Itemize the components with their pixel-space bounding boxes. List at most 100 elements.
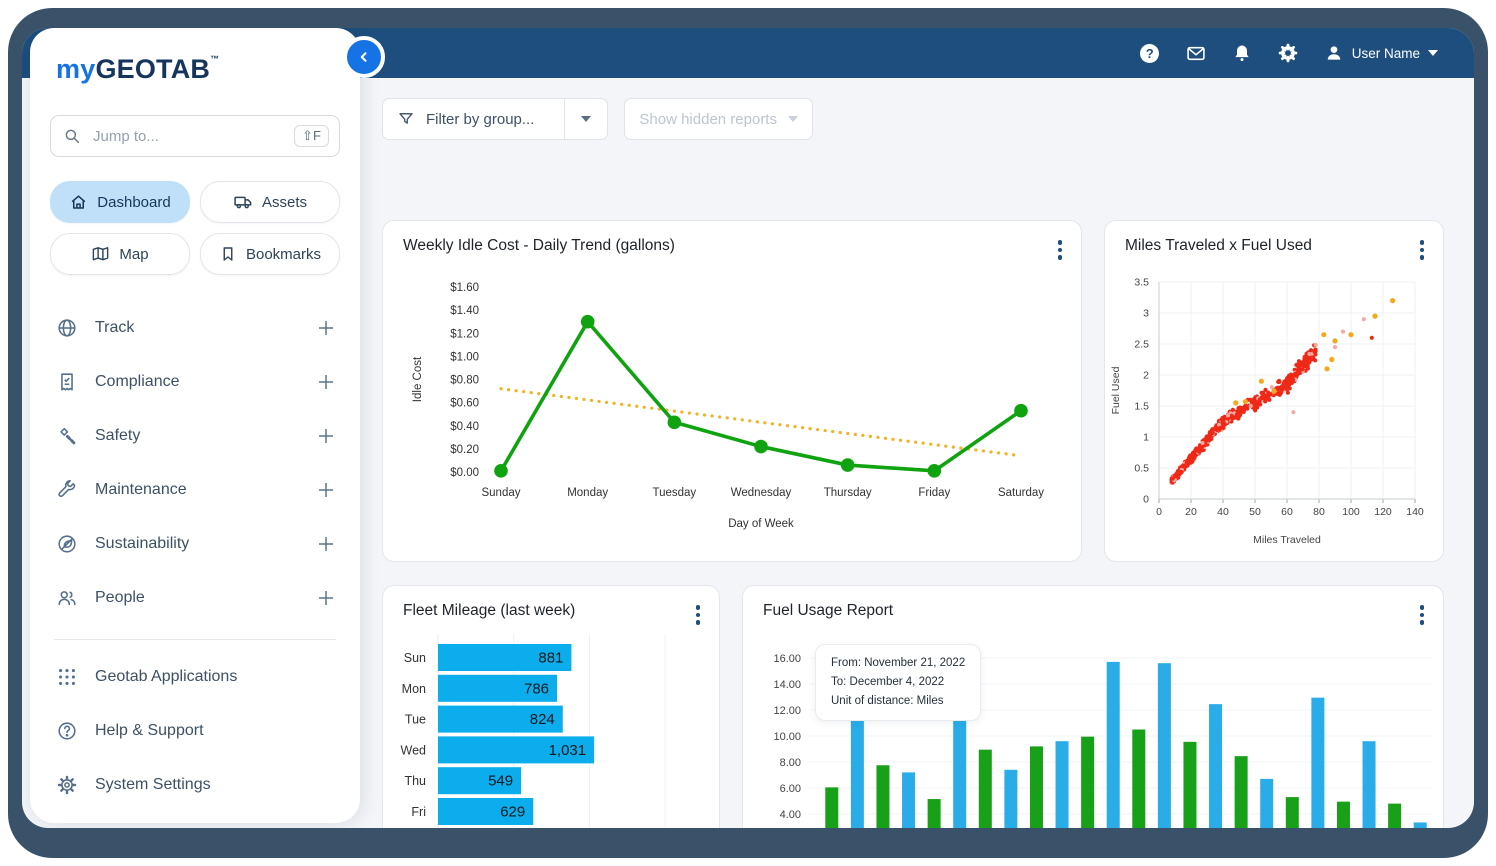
svg-text:Thursday: Thursday xyxy=(824,487,872,499)
document-icon xyxy=(56,371,78,393)
svg-text:Wed: Wed xyxy=(401,743,427,757)
filter-dropdown-caret[interactable] xyxy=(565,116,607,122)
dashboard-button[interactable]: Dashboard xyxy=(50,181,190,223)
kebab-menu-icon[interactable] xyxy=(1417,237,1428,263)
plus-icon[interactable] xyxy=(318,482,334,498)
assets-button[interactable]: Assets xyxy=(200,181,340,223)
svg-text:1,031: 1,031 xyxy=(549,742,587,759)
svg-text:Saturday: Saturday xyxy=(998,487,1044,499)
mail-icon[interactable] xyxy=(1186,43,1206,63)
svg-text:Fri: Fri xyxy=(411,805,426,819)
kebab-menu-icon[interactable] xyxy=(693,602,704,628)
device-frame: ? xyxy=(8,8,1488,858)
svg-text:Fuel Used: Fuel Used xyxy=(1110,366,1122,414)
sidebar-footer: Geotab Applications Help & Support Syste… xyxy=(30,650,360,812)
svg-text:140: 140 xyxy=(1406,506,1424,518)
tooltip-from: From: November 21, 2022 xyxy=(831,654,965,673)
user-name-label: User Name xyxy=(1352,46,1420,61)
plus-icon[interactable] xyxy=(318,536,334,552)
truck-icon xyxy=(233,192,253,212)
leaf-icon xyxy=(56,533,78,555)
help-icon[interactable]: ? xyxy=(1140,43,1160,63)
svg-text:50: 50 xyxy=(1249,506,1261,518)
sidebar-item-maintenance[interactable]: Maintenance xyxy=(30,463,360,517)
plus-icon[interactable] xyxy=(318,590,334,606)
safety-label: Safety xyxy=(95,427,318,445)
mygeotab-logo: myGEOTAB™ xyxy=(56,54,360,85)
map-label: Map xyxy=(119,246,148,263)
idle-cost-card-title: Weekly Idle Cost - Daily Trend (gallons) xyxy=(383,221,1081,261)
svg-text:Day of Week: Day of Week xyxy=(728,518,794,530)
bell-icon[interactable] xyxy=(1232,43,1252,63)
miles-fuel-card-title: Miles Traveled x Fuel Used xyxy=(1105,221,1443,261)
sidebar-item-system-settings[interactable]: System Settings xyxy=(30,758,360,812)
sidebar-menu: Track Compliance Safety M xyxy=(30,301,360,625)
compliance-label: Compliance xyxy=(95,373,318,391)
kebab-menu-icon[interactable] xyxy=(1055,237,1066,263)
svg-text:Friday: Friday xyxy=(918,487,950,499)
fuel-usage-card: Fuel Usage Report 0.002.004.006.008.0010… xyxy=(742,585,1444,828)
fleet-mileage-bar-chart: Sun881Mon786Tue824Wed1,031Thu549Fri629Sa… xyxy=(383,626,719,828)
svg-text:10.00: 10.00 xyxy=(773,731,801,743)
system-settings-label: System Settings xyxy=(95,776,334,794)
dashboard-label: Dashboard xyxy=(97,194,170,211)
bookmarks-label: Bookmarks xyxy=(246,246,321,263)
sustainability-label: Sustainability xyxy=(95,535,318,553)
svg-text:549: 549 xyxy=(488,773,513,790)
sidebar-item-help-support[interactable]: Help & Support xyxy=(30,704,360,758)
svg-text:120: 120 xyxy=(1374,506,1392,518)
svg-text:2.5: 2.5 xyxy=(1134,339,1149,351)
filter-funnel-icon xyxy=(397,110,415,128)
apps-grid-icon xyxy=(56,666,78,688)
track-label: Track xyxy=(95,319,318,337)
svg-text:2: 2 xyxy=(1143,370,1149,382)
svg-text:Tue: Tue xyxy=(405,713,426,727)
svg-text:3.5: 3.5 xyxy=(1134,277,1149,289)
home-icon xyxy=(69,193,88,212)
sidebar-item-compliance[interactable]: Compliance xyxy=(30,355,360,409)
seatbelt-icon xyxy=(56,425,78,447)
jump-to-search[interactable]: ⇧F xyxy=(50,115,340,157)
tooltip-unit: Unit of distance: Miles xyxy=(831,692,965,711)
svg-text:Monday: Monday xyxy=(567,487,608,499)
chevron-left-icon xyxy=(355,48,373,66)
user-icon xyxy=(1324,43,1344,63)
svg-text:Sun: Sun xyxy=(404,651,426,665)
sidebar-item-geotab-applications[interactable]: Geotab Applications xyxy=(30,650,360,704)
svg-text:0.5: 0.5 xyxy=(1134,463,1149,475)
plus-icon[interactable] xyxy=(318,320,334,336)
kebab-menu-icon[interactable] xyxy=(1417,602,1428,628)
idle-cost-card: Weekly Idle Cost - Daily Trend (gallons)… xyxy=(382,220,1082,562)
sidebar-collapse-button[interactable] xyxy=(343,36,385,78)
svg-text:629: 629 xyxy=(500,804,525,821)
search-icon xyxy=(63,127,81,145)
plus-icon[interactable] xyxy=(318,428,334,444)
globe-icon xyxy=(56,317,78,339)
map-button[interactable]: Map xyxy=(50,233,190,275)
svg-text:Miles Traveled: Miles Traveled xyxy=(1253,534,1321,546)
search-input[interactable] xyxy=(91,127,294,146)
app-window: ? xyxy=(22,28,1474,828)
sidebar-item-people[interactable]: People xyxy=(30,571,360,625)
filter-by-group-button[interactable]: Filter by group... xyxy=(382,98,608,140)
gear-icon xyxy=(56,774,78,796)
show-hidden-reports-button[interactable]: Show hidden reports xyxy=(624,98,813,140)
svg-text:$1.60: $1.60 xyxy=(450,282,479,294)
sidebar-item-sustainability[interactable]: Sustainability xyxy=(30,517,360,571)
sidebar-item-safety[interactable]: Safety xyxy=(30,409,360,463)
sidebar-item-track[interactable]: Track xyxy=(30,301,360,355)
svg-text:881: 881 xyxy=(538,650,563,667)
logo-geotab: GEOTAB xyxy=(95,54,210,84)
svg-text:$1.20: $1.20 xyxy=(450,328,479,340)
plus-icon[interactable] xyxy=(318,374,334,390)
fuel-usage-card-title: Fuel Usage Report xyxy=(743,586,1443,626)
bookmarks-button[interactable]: Bookmarks xyxy=(200,233,340,275)
people-label: People xyxy=(95,589,318,607)
gear-icon[interactable] xyxy=(1278,43,1298,63)
assets-label: Assets xyxy=(262,194,307,211)
people-icon xyxy=(56,587,78,609)
user-menu[interactable]: User Name xyxy=(1324,43,1438,63)
svg-text:20: 20 xyxy=(1185,506,1197,518)
svg-text:4.00: 4.00 xyxy=(780,809,801,821)
chevron-down-icon xyxy=(788,116,798,122)
